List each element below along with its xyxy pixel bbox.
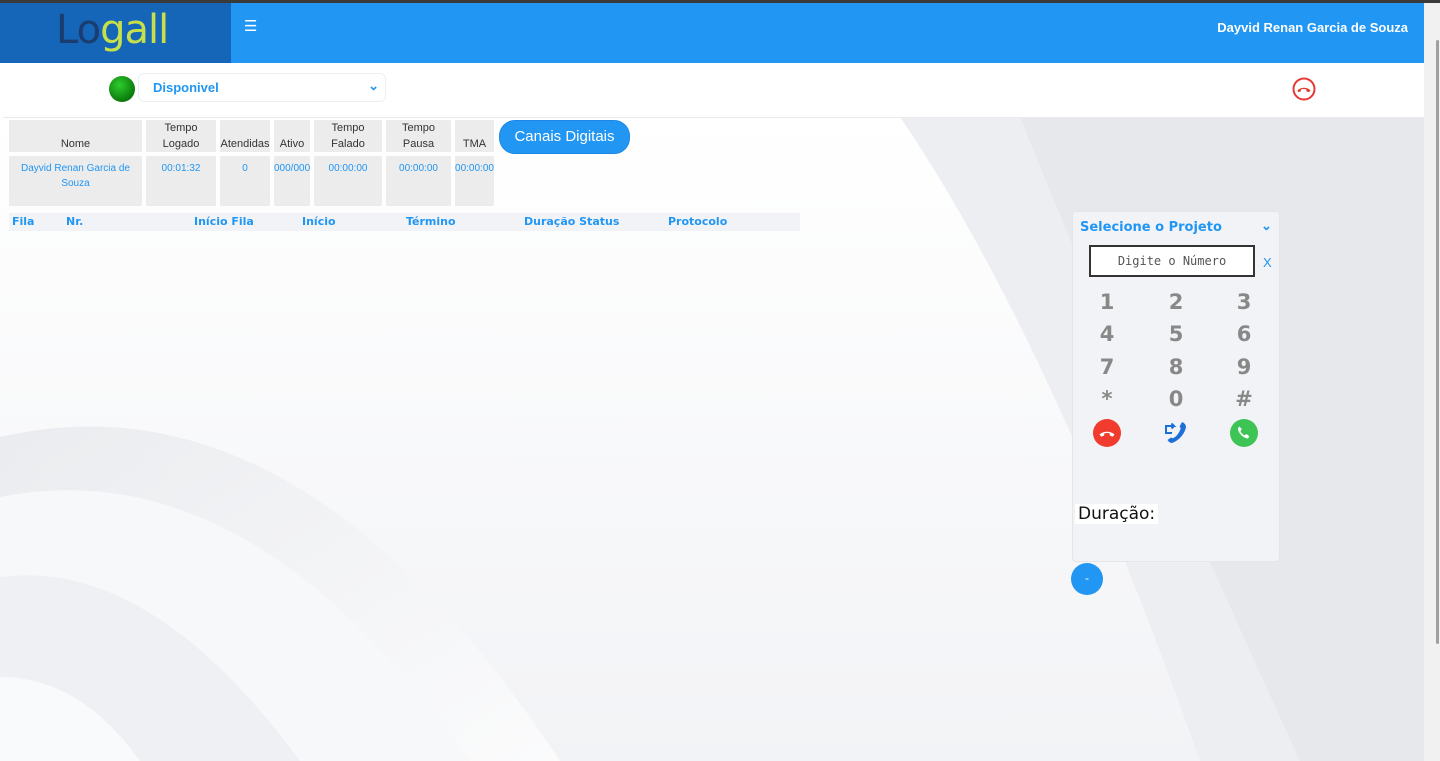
header-tma: TMA [455, 120, 494, 152]
hangup-icon[interactable] [1292, 77, 1316, 101]
phone-number-input[interactable] [1089, 245, 1255, 277]
transfer-icon[interactable] [1162, 419, 1190, 447]
logo-text: Logall [56, 7, 169, 53]
header-tempo-falado: Tempo Falado [314, 120, 382, 152]
chevron-down-icon: ⌄ [368, 78, 379, 93]
cell-atendidas: 0 [220, 156, 270, 206]
col-duracao-status[interactable]: Duração Status [524, 215, 619, 228]
key-5[interactable]: 5 [1161, 322, 1191, 346]
header-ativo: Ativo [274, 120, 310, 152]
cell-tempo-logado: 00:01:32 [146, 156, 216, 206]
canais-digitais-button[interactable]: Canais Digitais [499, 120, 630, 154]
header-nome: Nome [9, 120, 142, 152]
header-tempo-pausa: Tempo Pausa [386, 120, 451, 152]
key-hash[interactable]: # [1229, 387, 1259, 411]
col-termino[interactable]: Término [406, 215, 456, 228]
col-inicio[interactable]: Início [302, 215, 336, 228]
key-0[interactable]: 0 [1161, 387, 1191, 411]
minimize-button[interactable]: - [1071, 563, 1103, 595]
scrollbar-thumb[interactable] [1436, 40, 1439, 644]
key-8[interactable]: 8 [1161, 355, 1191, 379]
col-protocolo[interactable]: Protocolo [668, 215, 727, 228]
hamburger-icon[interactable]: ☰ [244, 17, 257, 35]
status-indicator [109, 76, 135, 102]
key-7[interactable]: 7 [1092, 355, 1122, 379]
cell-tempo-pausa: 00:00:00 [386, 156, 451, 206]
cell-ativo: 000/000 [274, 156, 310, 206]
page-scrollbar[interactable] [1424, 3, 1440, 761]
key-1[interactable]: 1 [1092, 290, 1122, 314]
header-atendidas-label: Atendidas [220, 138, 270, 150]
chevron-down-icon[interactable]: ⌄ [1261, 218, 1272, 234]
col-inicio-fila[interactable]: Início Fila [194, 215, 254, 228]
clear-number-button[interactable]: X [1263, 255, 1272, 270]
header-nome-label: Nome [60, 138, 91, 150]
header-ativo-label: Ativo [279, 138, 305, 150]
key-9[interactable]: 9 [1229, 355, 1259, 379]
col-fila[interactable]: Fila [12, 215, 34, 228]
call-icon[interactable] [1230, 419, 1258, 447]
status-selected-value: Disponivel [153, 80, 219, 95]
logo[interactable]: Logall [0, 3, 231, 63]
key-6[interactable]: 6 [1229, 322, 1259, 346]
calls-table-header: Fila Nr. Início Fila Início Término Dura… [9, 213, 800, 231]
cell-tma: 00:00:00 [455, 156, 494, 206]
key-star[interactable]: * [1092, 387, 1122, 411]
duration-label: Duração: [1075, 504, 1159, 524]
project-select-label[interactable]: Selecione o Projeto [1080, 220, 1222, 235]
hangup-icon[interactable] [1093, 419, 1121, 447]
key-4[interactable]: 4 [1092, 322, 1122, 346]
header-tempo-logado: Tempo Logado [146, 120, 216, 152]
header-atendidas: Atendidas [220, 120, 270, 152]
col-nr[interactable]: Nr. [66, 215, 83, 228]
cell-nome: Dayvid Renan Garcia de Souza [9, 156, 142, 206]
status-select[interactable]: Disponivel ⌄ [138, 73, 386, 102]
user-name[interactable]: Dayvid Renan Garcia de Souza [1217, 20, 1408, 35]
cell-tempo-falado: 00:00:00 [314, 156, 382, 206]
key-3[interactable]: 3 [1229, 290, 1259, 314]
key-2[interactable]: 2 [1161, 290, 1191, 314]
header-tma-label: TMA [462, 138, 487, 150]
